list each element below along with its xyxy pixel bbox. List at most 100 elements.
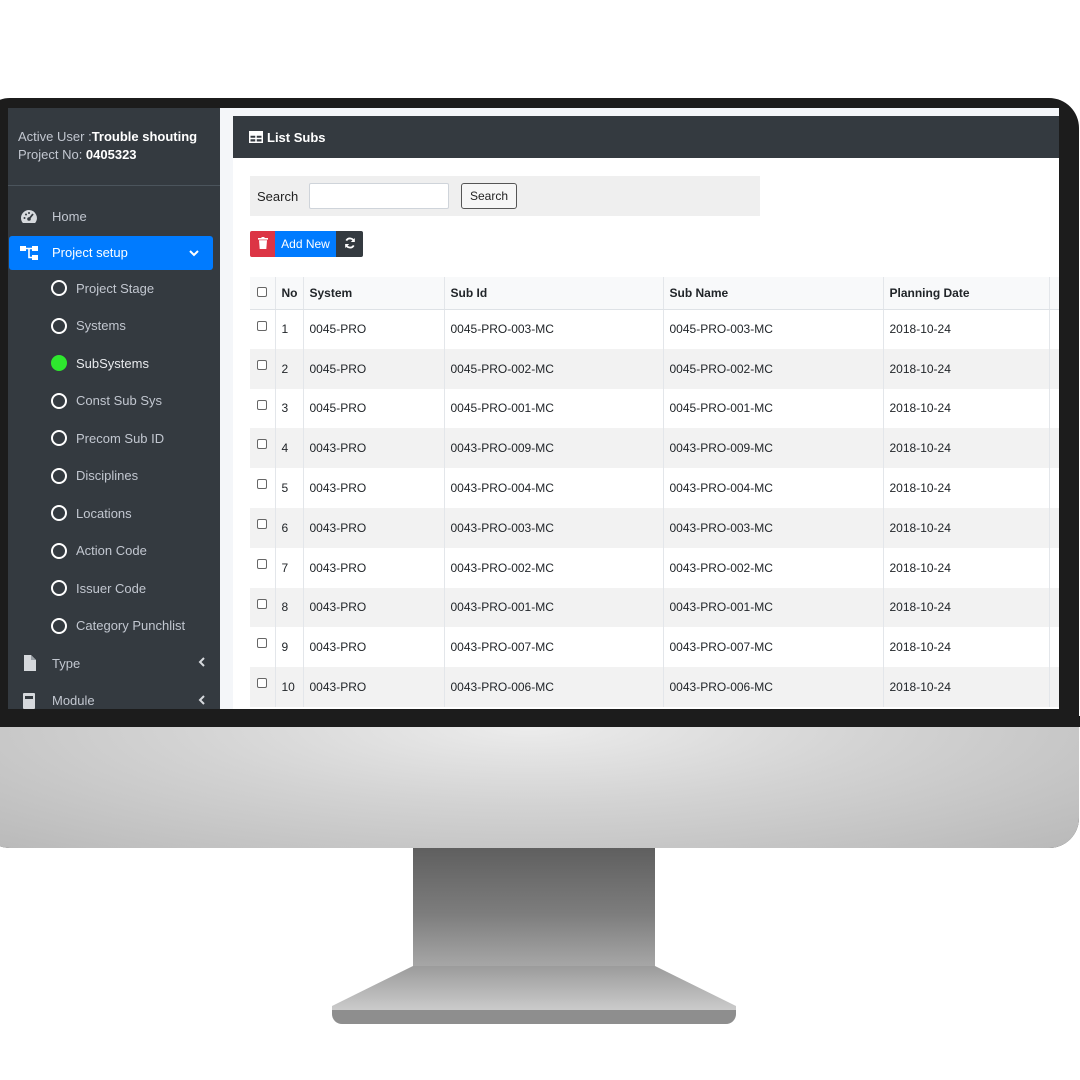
page-title: List Subs bbox=[267, 129, 326, 145]
sidebar-item-label: Project setup bbox=[52, 245, 128, 260]
sidebar-subitem-label: Systems bbox=[76, 318, 126, 334]
table-row[interactable]: 6 0043-PRO 0043-PRO-003-MC 0043-PRO-003-MC 2… bbox=[250, 507, 1059, 548]
cell-sub-id: 0043-PRO-001-MC bbox=[444, 587, 664, 628]
circle-outline-icon bbox=[51, 392, 67, 409]
column-header-system[interactable]: System bbox=[303, 277, 445, 310]
table-body: 1 0045-PRO 0045-PRO-003-MC 0045-PRO-003-MC 2… bbox=[250, 309, 1059, 707]
toolbar: Add New bbox=[250, 231, 363, 257]
select-all-checkbox[interactable] bbox=[257, 286, 267, 297]
sidebar-item-project-setup[interactable]: Project setup bbox=[9, 235, 213, 270]
row-checkbox[interactable] bbox=[257, 518, 267, 529]
row-checkbox[interactable] bbox=[257, 320, 267, 331]
cell-no: 9 bbox=[275, 627, 304, 668]
cell-sub-id: 0043-PRO-004-MC bbox=[444, 468, 664, 508]
row-select-cell bbox=[250, 627, 276, 668]
cell-planning-date: 2018-10-24 bbox=[883, 348, 1050, 389]
sidebar-subitem-issuer-code[interactable]: Issuer Code bbox=[8, 570, 220, 608]
row-checkbox[interactable] bbox=[257, 439, 267, 450]
project-no-line: Project No: 0405323 bbox=[18, 146, 220, 164]
table-header-row: No System Sub Id Sub Name Planning Date bbox=[250, 277, 1059, 310]
active-user-name: Trouble shouting bbox=[91, 129, 198, 144]
sidebar-subitem-disciplines[interactable]: Disciplines bbox=[8, 457, 220, 495]
cell-sub-name: 0043-PRO-001-MC bbox=[663, 587, 884, 628]
sidebar-subitem-category-punchlist[interactable]: Category Punchlist bbox=[8, 607, 220, 645]
cell-planning-date: 2018-10-24 bbox=[883, 507, 1050, 548]
row-checkbox[interactable] bbox=[257, 638, 267, 649]
column-header-planning-date[interactable]: Planning Date bbox=[883, 277, 1050, 310]
circle-outline-icon bbox=[51, 505, 67, 522]
card-body: Search Search Add New No System Sub Id S… bbox=[233, 158, 1059, 709]
cell-sub-name: 0043-PRO-006-MC bbox=[663, 667, 884, 707]
row-checkbox[interactable] bbox=[257, 399, 267, 410]
column-header-sub-name[interactable]: Sub Name bbox=[663, 277, 884, 310]
table-row[interactable]: 10 0043-PRO 0043-PRO-006-MC 0043-PRO-006-MC… bbox=[250, 667, 1059, 707]
row-select-cell bbox=[250, 667, 276, 707]
add-new-button[interactable]: Add New bbox=[275, 231, 336, 257]
trash-icon bbox=[257, 236, 268, 252]
cell-no: 4 bbox=[275, 428, 304, 469]
monitor-chin bbox=[0, 727, 1079, 848]
sitemap-icon bbox=[18, 245, 40, 261]
sidebar-item-label: Type bbox=[52, 655, 81, 671]
column-header-no[interactable]: No bbox=[275, 277, 304, 310]
table-row[interactable]: 5 0043-PRO 0043-PRO-004-MC 0043-PRO-004-MC 2… bbox=[250, 468, 1059, 508]
table-row[interactable]: 7 0043-PRO 0043-PRO-002-MC 0043-PRO-002-MC 2… bbox=[250, 547, 1059, 588]
sidebar-subitem-label: Disciplines bbox=[76, 468, 139, 484]
sidebar-subitem-subsystems[interactable]: SubSystems bbox=[8, 345, 220, 383]
cell-system: 0043-PRO bbox=[303, 547, 445, 588]
table-row[interactable]: 4 0043-PRO 0043-PRO-009-MC 0043-PRO-009-MC 2… bbox=[250, 428, 1059, 469]
table-row[interactable]: 8 0043-PRO 0043-PRO-001-MC 0043-PRO-001-MC 2… bbox=[250, 587, 1059, 628]
chevron-left-icon bbox=[198, 656, 206, 670]
cell-system: 0043-PRO bbox=[303, 587, 445, 628]
table-icon bbox=[249, 131, 263, 143]
table-row[interactable]: 1 0045-PRO 0045-PRO-003-MC 0045-PRO-003-MC 2… bbox=[250, 309, 1059, 349]
table-row[interactable]: 9 0043-PRO 0043-PRO-007-MC 0043-PRO-007-MC 2… bbox=[250, 627, 1059, 668]
sidebar-subitem-label: SubSystems bbox=[76, 355, 149, 371]
sidebar-item-module[interactable]: Module bbox=[8, 682, 220, 709]
sync-icon bbox=[344, 237, 356, 252]
sidebar-subitem-precom-sub-id[interactable]: Precom Sub ID bbox=[8, 420, 220, 458]
row-select-cell bbox=[250, 309, 276, 349]
cell-truncated bbox=[1049, 587, 1059, 628]
sidebar-subitem-systems[interactable]: Systems bbox=[8, 307, 220, 345]
cell-sub-name: 0045-PRO-003-MC bbox=[663, 309, 884, 349]
sidebar-subitem-action-code[interactable]: Action Code bbox=[8, 532, 220, 570]
cell-planning-date: 2018-10-24 bbox=[883, 309, 1050, 349]
cell-sub-id: 0043-PRO-002-MC bbox=[444, 547, 664, 588]
subs-table-wrapper: No System Sub Id Sub Name Planning Date … bbox=[250, 277, 1059, 707]
delete-button[interactable] bbox=[250, 231, 275, 257]
refresh-button[interactable] bbox=[336, 231, 363, 257]
monitor-stand-foot bbox=[332, 1010, 736, 1024]
row-checkbox[interactable] bbox=[257, 558, 267, 569]
active-user-line: Active User :Trouble shouting bbox=[18, 128, 220, 146]
sidebar-subitem-locations[interactable]: Locations bbox=[8, 495, 220, 533]
column-header-sub-id[interactable]: Sub Id bbox=[444, 277, 664, 310]
table-row[interactable]: 2 0045-PRO 0045-PRO-002-MC 0045-PRO-002-MC 2… bbox=[250, 348, 1059, 389]
search-bar: Search Search bbox=[250, 176, 760, 216]
sidebar-item-label: Home bbox=[52, 209, 87, 225]
row-checkbox[interactable] bbox=[257, 678, 267, 689]
row-checkbox[interactable] bbox=[257, 479, 267, 490]
sidebar-subitem-label: Const Sub Sys bbox=[76, 393, 162, 409]
row-select-cell bbox=[250, 507, 276, 548]
row-select-cell bbox=[250, 468, 276, 508]
project-setup-submenu: Project Stage Systems SubSystems Const Sub … bbox=[8, 270, 220, 645]
cell-sub-id: 0043-PRO-006-MC bbox=[444, 667, 664, 707]
sidebar-item-type[interactable]: Type bbox=[8, 645, 220, 683]
cell-truncated bbox=[1049, 627, 1059, 668]
cell-planning-date: 2018-10-24 bbox=[883, 667, 1050, 707]
sidebar-subitem-label: Issuer Code bbox=[76, 580, 147, 596]
sidebar-subitem-const-sub-sys[interactable]: Const Sub Sys bbox=[8, 382, 220, 420]
cell-system: 0045-PRO bbox=[303, 348, 445, 389]
sidebar-subitem-project-stage[interactable]: Project Stage bbox=[8, 270, 220, 308]
row-checkbox[interactable] bbox=[257, 598, 267, 609]
table-row[interactable]: 3 0045-PRO 0045-PRO-001-MC 0045-PRO-001-MC 2… bbox=[250, 388, 1059, 429]
search-button[interactable]: Search bbox=[461, 183, 518, 209]
cell-no: 6 bbox=[275, 507, 304, 548]
row-checkbox[interactable] bbox=[257, 359, 267, 370]
sidebar-item-home[interactable]: Home bbox=[8, 198, 220, 236]
sidebar-nav: Home Project setup Project Stage Systems S… bbox=[8, 198, 220, 709]
search-input[interactable] bbox=[309, 183, 449, 209]
cell-no: 1 bbox=[275, 309, 304, 349]
main-content: List Subs Search Search Add New No Syste… bbox=[220, 108, 1059, 709]
